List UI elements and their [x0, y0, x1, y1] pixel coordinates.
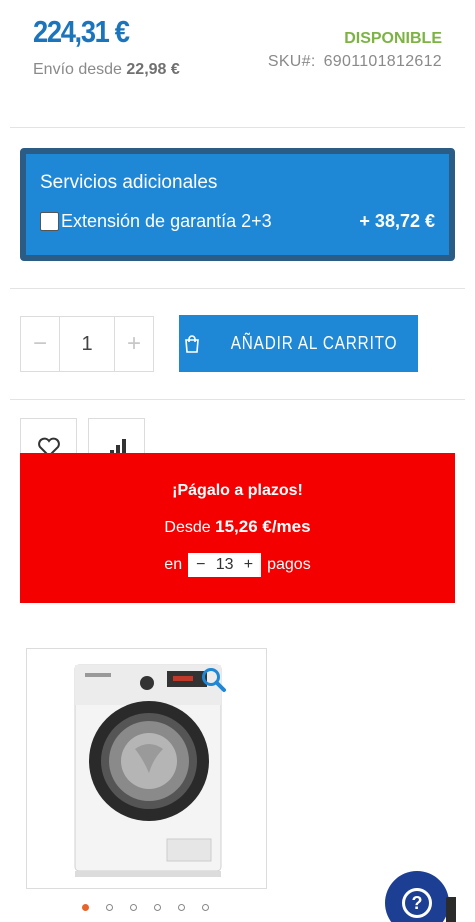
availability-status: DISPONIBLE [344, 30, 442, 47]
product-image[interactable] [26, 648, 267, 889]
compare-button[interactable] [88, 418, 145, 458]
financing-title: ¡Págalo a plazos! [172, 482, 303, 499]
warranty-checkbox[interactable] [40, 212, 59, 231]
add-to-cart-button[interactable]: AÑADIR AL CARRITO [179, 315, 418, 372]
warranty-price: + 38,72 € [359, 211, 435, 231]
additional-services-box: Servicios adicionales Extensión de garan… [20, 148, 455, 261]
gallery-dot[interactable] [202, 904, 209, 911]
gallery-pagination [82, 904, 226, 911]
wishlist-button[interactable] [20, 418, 77, 458]
financing-pagos-label: pagos [267, 556, 311, 573]
zoom-icon[interactable] [201, 667, 227, 693]
quantity-decrease-button[interactable]: − [21, 317, 59, 371]
gallery-dot[interactable] [106, 904, 113, 911]
financing-en-label: en [164, 556, 183, 573]
shipping-info: Envío desde 22,98 € [33, 61, 180, 79]
financing-monthly: Desde 15,26 €/mes [20, 517, 455, 537]
payments-decrease-button[interactable]: − [196, 556, 205, 574]
gallery-dot[interactable] [154, 904, 161, 911]
divider [10, 127, 465, 128]
side-tab[interactable] [446, 897, 456, 922]
payments-stepper: − 13 + [188, 553, 262, 577]
question-mark-icon: ? [402, 888, 432, 918]
payments-count[interactable]: 13 [216, 556, 234, 574]
divider [10, 288, 465, 289]
warranty-option[interactable]: Extensión de garantía 2+3 + 38,72 € [40, 211, 435, 232]
financing-payments-row: en − 13 + pagos [20, 553, 455, 577]
divider [10, 399, 465, 400]
shopping-bag-icon [185, 334, 200, 353]
financing-desde-label: Desde [164, 519, 211, 536]
warranty-label: Extensión de garantía 2+3 [61, 211, 272, 231]
sku-label: SKU#: [267, 53, 316, 70]
payments-increase-button[interactable]: + [244, 556, 253, 574]
financing-banner: ¡Págalo a plazos! Desde 15,26 €/mes en −… [20, 453, 455, 603]
financing-amount: 15,26 €/mes [215, 517, 311, 536]
quantity-stepper: − 1 + [20, 316, 154, 372]
product-detail-page: 224,31 € Envío desde 22,98 € DISPONIBLE … [0, 0, 475, 922]
washing-machine-image [74, 664, 222, 877]
gallery-dot[interactable] [178, 904, 185, 911]
gallery-dot[interactable] [130, 904, 137, 911]
services-title: Servicios adicionales [40, 172, 218, 193]
gallery-dot[interactable] [82, 904, 89, 911]
sku-info: SKU#: 6901101812612 [268, 53, 442, 71]
shipping-price: 22,98 € [126, 61, 180, 78]
shipping-label: Envío desde [33, 61, 122, 78]
quantity-increase-button[interactable]: + [115, 317, 153, 371]
help-button[interactable]: ? [385, 871, 449, 922]
add-to-cart-label: AÑADIR AL CARRITO [231, 333, 398, 353]
product-price: 224,31 € [33, 14, 130, 49]
quantity-input[interactable]: 1 [59, 317, 115, 371]
sku-value: 6901101812612 [323, 53, 442, 70]
